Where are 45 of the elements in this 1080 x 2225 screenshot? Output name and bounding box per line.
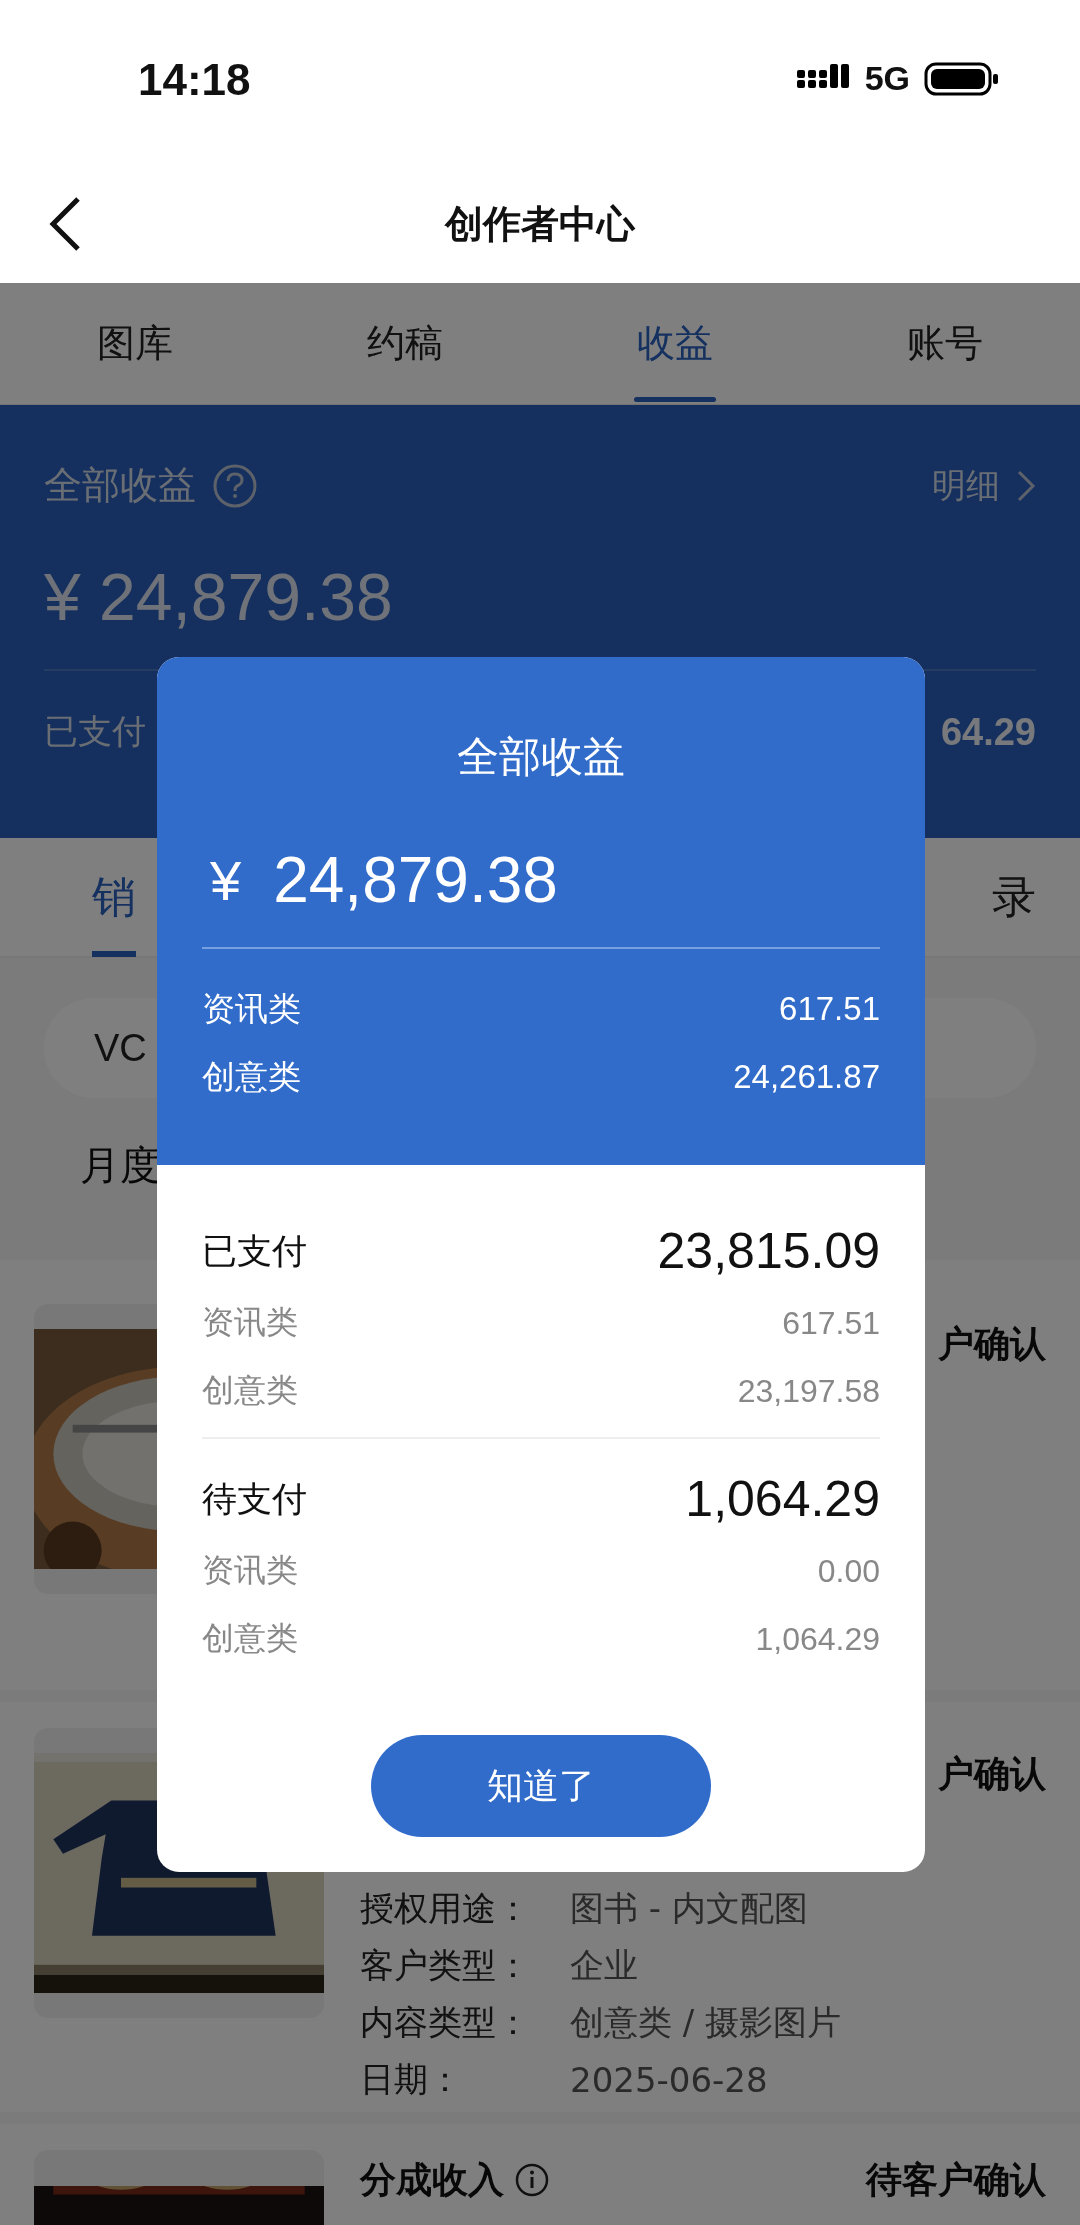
category-amount: 617.51 (779, 990, 880, 1028)
detail-value: 创意类 / 摄影图片 (570, 2000, 842, 2044)
tab[interactable]: 图库 (0, 283, 270, 404)
section-label: 已支付 (202, 1229, 307, 1273)
income-type: 分成收入 (360, 2157, 504, 2202)
category-amount: 24,261.87 (733, 1058, 880, 1096)
status-label: 户确认 (938, 1321, 1046, 1366)
category-label: 资讯类 (202, 987, 301, 1030)
detail-link[interactable]: 明细 (932, 462, 1000, 509)
page-title: 创作者中心 (445, 200, 635, 248)
total-amount: 24,879.38 (273, 843, 558, 917)
category-label: 资讯类 (202, 1302, 298, 1343)
detail-label: 日期： (360, 2057, 463, 2101)
total-earnings: ¥ 24,879.38 (44, 559, 394, 635)
section-amount: 1,064.29 (685, 1470, 880, 1528)
status-label: 户确认 (938, 1751, 1046, 1796)
network-label: 5G (864, 59, 910, 98)
detail-value: 2025-06-28 (570, 2059, 768, 2100)
status-time: 14:18 (138, 54, 251, 105)
detail-label: 内容类型： (360, 2000, 531, 2044)
detail-value: 企业 (570, 1943, 638, 1987)
category-amount: 1,064.29 (755, 1620, 880, 1658)
sub-tab[interactable]: 录 (992, 837, 1036, 957)
status-label: 待客户确认 (866, 2157, 1046, 2202)
section-amount: 23,815.09 (657, 1222, 880, 1280)
category-label: 创意类 (202, 1055, 301, 1098)
paid-label: 已支付 (44, 710, 146, 753)
tab[interactable]: 收益 (540, 283, 810, 404)
dialog-title: 全部收益 (456, 731, 626, 783)
category-label: 创意类 (202, 1618, 298, 1659)
pending-amount: 64.29 (940, 710, 1036, 754)
earnings-title: 全部收益 (44, 462, 196, 509)
category-amount: 617.51 (782, 1304, 880, 1342)
section-label: 待支付 (202, 1477, 307, 1521)
tab[interactable]: 账号 (810, 283, 1080, 404)
category-label: 创意类 (202, 1370, 298, 1411)
category-label: 资讯类 (202, 1550, 298, 1591)
detail-value: 图书 - 内文配图 (570, 1886, 808, 1930)
category-amount: 23,197.58 (737, 1372, 880, 1410)
confirm-button[interactable]: 知道了 (371, 1735, 711, 1837)
currency-symbol: ¥ (210, 847, 242, 913)
detail-label: 授权用途： (360, 1886, 531, 1930)
detail-label: 客户类型： (360, 1943, 531, 1987)
tab[interactable]: 约稿 (270, 283, 540, 404)
category-amount: 0.00 (817, 1552, 880, 1590)
